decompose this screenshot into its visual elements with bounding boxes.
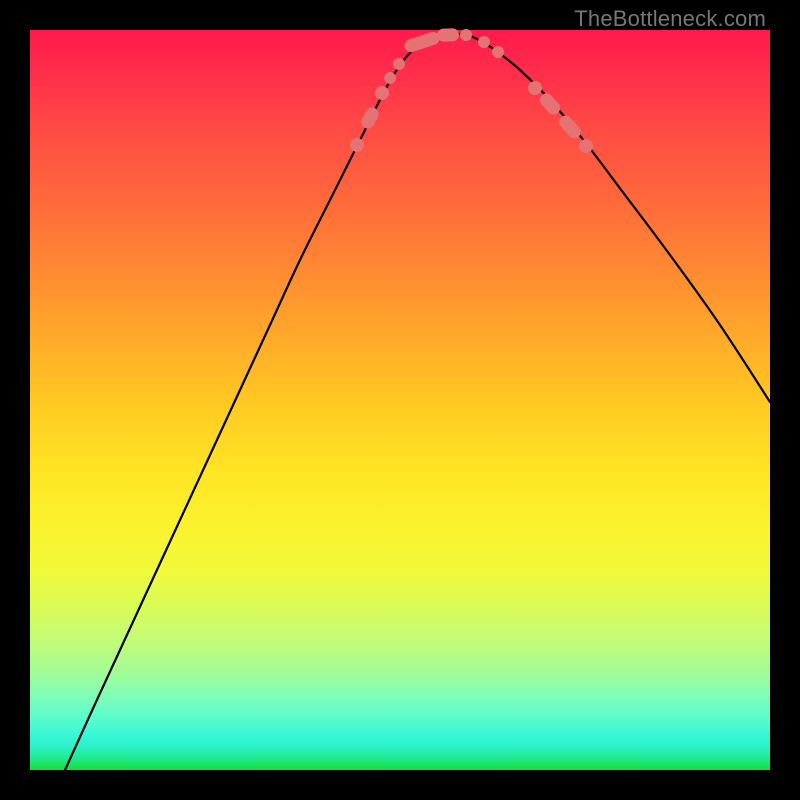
marker-pill: [403, 30, 441, 53]
marker-dot: [492, 46, 504, 58]
watermark-text: TheBottleneck.com: [574, 6, 766, 32]
curve-svg: [30, 30, 770, 770]
curve-markers: [350, 28, 593, 153]
marker-dot: [460, 29, 472, 41]
plot-area: [30, 30, 770, 770]
marker-pill: [437, 28, 459, 42]
marker-dot: [478, 36, 490, 48]
marker-dot: [384, 72, 396, 84]
marker-dot: [350, 138, 364, 152]
marker-pill: [359, 105, 381, 131]
marker-dot: [528, 81, 542, 95]
chart-frame: TheBottleneck.com: [0, 0, 800, 800]
marker-pill: [556, 113, 583, 141]
marker-dot: [375, 86, 389, 100]
marker-dot: [579, 139, 593, 153]
marker-dot: [393, 58, 405, 70]
bottleneck-curve: [65, 33, 770, 770]
marker-pill: [537, 91, 563, 118]
